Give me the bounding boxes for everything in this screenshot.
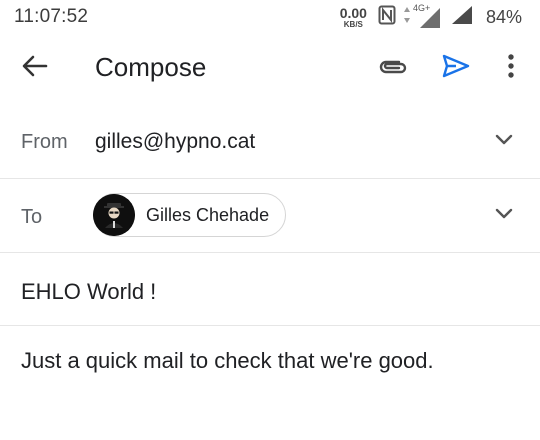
status-icons: 0.00 KB/S 4G+ 84% — [340, 3, 522, 30]
send-icon — [441, 53, 471, 84]
network-speed: 0.00 KB/S — [340, 6, 367, 29]
back-arrow-icon — [22, 55, 48, 82]
nfc-icon — [378, 5, 396, 30]
signal-4g-icon: 4G+ — [413, 3, 444, 28]
status-bar: 11:07:52 0.00 KB/S 4G+ 84% — [0, 0, 540, 34]
data-arrows-icon — [403, 6, 411, 29]
compose-toolbar: Compose — [0, 34, 540, 102]
recipient-chip[interactable]: Gilles Chehade — [93, 193, 287, 237]
from-address[interactable]: gilles@hypno.cat — [95, 130, 255, 154]
battery-percentage: 84% — [485, 6, 522, 27]
paperclip-icon — [377, 55, 409, 84]
attach-button[interactable] — [375, 54, 411, 84]
back-button[interactable] — [17, 52, 53, 84]
more-vert-icon — [507, 53, 515, 84]
from-row: From gilles@hypno.cat — [0, 106, 540, 179]
network-speed-unit: KB/S — [343, 19, 363, 29]
recipient-name: Gilles Chehade — [146, 204, 270, 225]
more-options-button[interactable] — [497, 52, 525, 84]
to-expand-button[interactable] — [490, 202, 518, 230]
chevron-down-icon — [495, 133, 513, 151]
subject-row: EHLO World ! — [0, 253, 540, 326]
to-row: To Gilles Chehade — [0, 179, 540, 253]
status-time: 11:07:52 — [14, 6, 89, 27]
page-title: Compose — [95, 52, 207, 82]
network-type-label: 4G+ — [412, 3, 431, 13]
from-expand-button[interactable] — [490, 128, 518, 156]
send-button[interactable] — [438, 52, 474, 84]
to-label: To — [21, 206, 43, 228]
body-field[interactable]: Just a quick mail to check that we're go… — [21, 348, 434, 374]
signal-icon — [451, 5, 473, 30]
avatar — [93, 194, 135, 236]
subject-field[interactable]: EHLO World ! — [21, 279, 156, 305]
network-speed-value: 0.00 — [339, 4, 367, 21]
from-label: From — [21, 131, 68, 153]
chevron-down-icon — [495, 207, 513, 225]
